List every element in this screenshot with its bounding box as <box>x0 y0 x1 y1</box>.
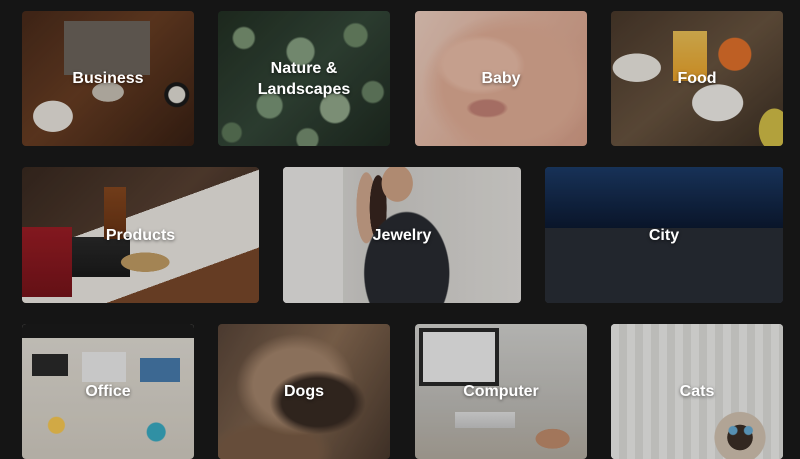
category-tile-dogs[interactable]: Dogs <box>218 324 390 459</box>
category-tile-baby[interactable]: Baby <box>415 11 587 146</box>
category-label-food: Food <box>677 70 717 87</box>
category-tile-office[interactable]: Office <box>22 324 194 459</box>
category-tile-products[interactable]: Products <box>22 167 259 303</box>
category-label-business: Business <box>72 70 144 87</box>
category-tile-computer[interactable]: Computer <box>415 324 587 459</box>
category-tile-business[interactable]: Business <box>22 11 194 146</box>
category-tile-food[interactable]: Food <box>611 11 783 146</box>
category-tile-nature-landscapes[interactable]: Nature & Landscapes <box>218 11 390 146</box>
category-label-nature-landscapes: Nature & Landscapes <box>257 59 351 98</box>
category-tile-jewelry[interactable]: Jewelry <box>283 167 521 303</box>
category-label-products: Products <box>105 226 176 244</box>
category-label-city: City <box>648 226 680 244</box>
category-tile-cats[interactable]: Cats <box>611 324 783 459</box>
category-label-baby: Baby <box>481 70 521 87</box>
category-grid: Business Nature & Landscapes Baby Food P… <box>0 0 800 459</box>
category-label-cats: Cats <box>679 383 715 400</box>
category-tile-city[interactable]: City <box>545 167 783 303</box>
category-label-office: Office <box>85 383 131 400</box>
category-label-dogs: Dogs <box>284 383 324 400</box>
category-label-computer: Computer <box>463 383 539 400</box>
category-label-jewelry: Jewelry <box>372 226 432 244</box>
